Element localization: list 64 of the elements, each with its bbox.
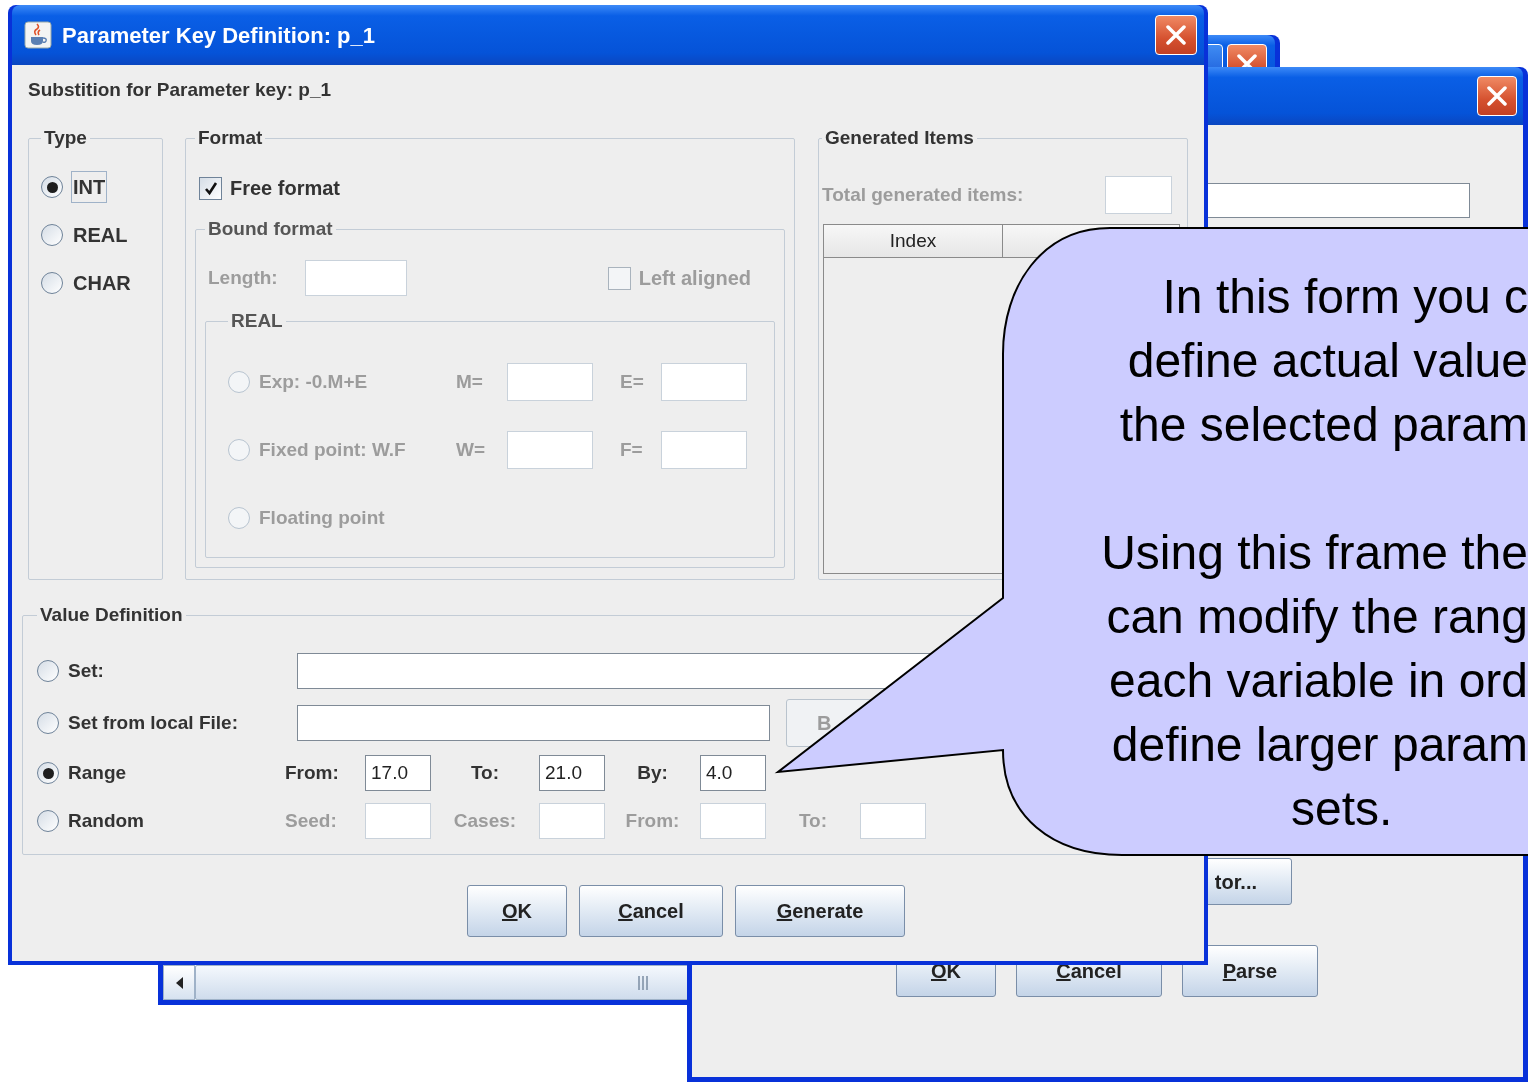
field-label: E= bbox=[619, 369, 645, 394]
window-title: Parameter Key Definition: p_1 bbox=[62, 21, 376, 50]
close-icon bbox=[1166, 25, 1186, 45]
text-field[interactable] bbox=[1105, 176, 1172, 214]
group-title: Generated Items bbox=[824, 127, 975, 149]
button[interactable]: Cancel bbox=[579, 885, 723, 937]
radio-label: Exp: -0.M+E bbox=[259, 369, 369, 394]
text-field[interactable] bbox=[297, 705, 770, 741]
radio-label: REAL bbox=[72, 223, 129, 248]
check-icon bbox=[202, 180, 219, 196]
text-field[interactable]: 4.0 bbox=[700, 755, 766, 791]
field-label: From: bbox=[624, 808, 681, 833]
close-button[interactable] bbox=[1477, 76, 1517, 116]
radio-label: Set from local File: bbox=[68, 710, 239, 735]
field-label: Seed: bbox=[285, 808, 338, 833]
radio-button[interactable] bbox=[37, 712, 59, 734]
radio-label: Set: bbox=[68, 658, 105, 683]
group-title: Bound format bbox=[207, 218, 334, 240]
text-field[interactable] bbox=[365, 803, 431, 839]
text-field[interactable] bbox=[539, 803, 605, 839]
scroll-left-button[interactable] bbox=[163, 965, 195, 1000]
radio-button[interactable] bbox=[41, 176, 63, 198]
text-field[interactable]: 21.0 bbox=[539, 755, 605, 791]
radio-label: Floating point bbox=[259, 505, 386, 530]
button[interactable]: Parse bbox=[1182, 945, 1318, 997]
radio-button[interactable] bbox=[37, 762, 59, 784]
group-title: Type bbox=[43, 127, 88, 149]
field-label: Cases: bbox=[452, 808, 518, 833]
field-label: Length: bbox=[208, 265, 279, 290]
group-title: Value Definition bbox=[39, 604, 184, 626]
left-arrow-icon bbox=[174, 975, 184, 990]
radio-label: INT bbox=[71, 171, 108, 203]
field-label: To: bbox=[797, 808, 829, 833]
button[interactable]: OK bbox=[467, 885, 567, 937]
coffee-cup-icon bbox=[24, 21, 52, 49]
checkbox-label: Free format bbox=[230, 176, 341, 201]
radio-label: Fixed point: W.F bbox=[259, 437, 407, 462]
radio-label: Range bbox=[68, 760, 128, 785]
field-label: M= bbox=[456, 369, 484, 394]
field-label: F= bbox=[619, 437, 644, 462]
close-button[interactable] bbox=[1155, 15, 1197, 55]
radio-button[interactable] bbox=[41, 272, 63, 294]
text-field[interactable]: 17.0 bbox=[365, 755, 431, 791]
radio-label: CHAR bbox=[72, 271, 132, 296]
group-title: REAL bbox=[230, 310, 284, 332]
callout-text: In this form you c define actual value the selected param bbox=[1118, 269, 1528, 453]
field-label: Total generated items: bbox=[822, 182, 1025, 207]
button[interactable]: Generate bbox=[735, 885, 905, 937]
checkbox[interactable] bbox=[199, 176, 222, 200]
callout-text: Using this frame the can modify the rang each variable in ord define larger param sets. bbox=[1100, 525, 1528, 837]
text-field[interactable] bbox=[700, 803, 766, 839]
close-icon bbox=[1487, 86, 1507, 106]
checkbox-label: Left aligned bbox=[638, 266, 751, 291]
field-label: By: bbox=[636, 760, 669, 785]
field-label: From: bbox=[285, 760, 340, 785]
group-title: Format bbox=[197, 127, 264, 149]
field-label: W= bbox=[456, 437, 487, 462]
field-label: To: bbox=[469, 760, 501, 785]
radio-button[interactable] bbox=[37, 660, 59, 682]
subtitle: Substition for Parameter key: p_1 bbox=[28, 78, 332, 102]
radio-label: Random bbox=[68, 808, 145, 833]
radio-button[interactable] bbox=[41, 224, 63, 246]
text-field[interactable] bbox=[860, 803, 926, 839]
grip-icon bbox=[638, 974, 648, 991]
